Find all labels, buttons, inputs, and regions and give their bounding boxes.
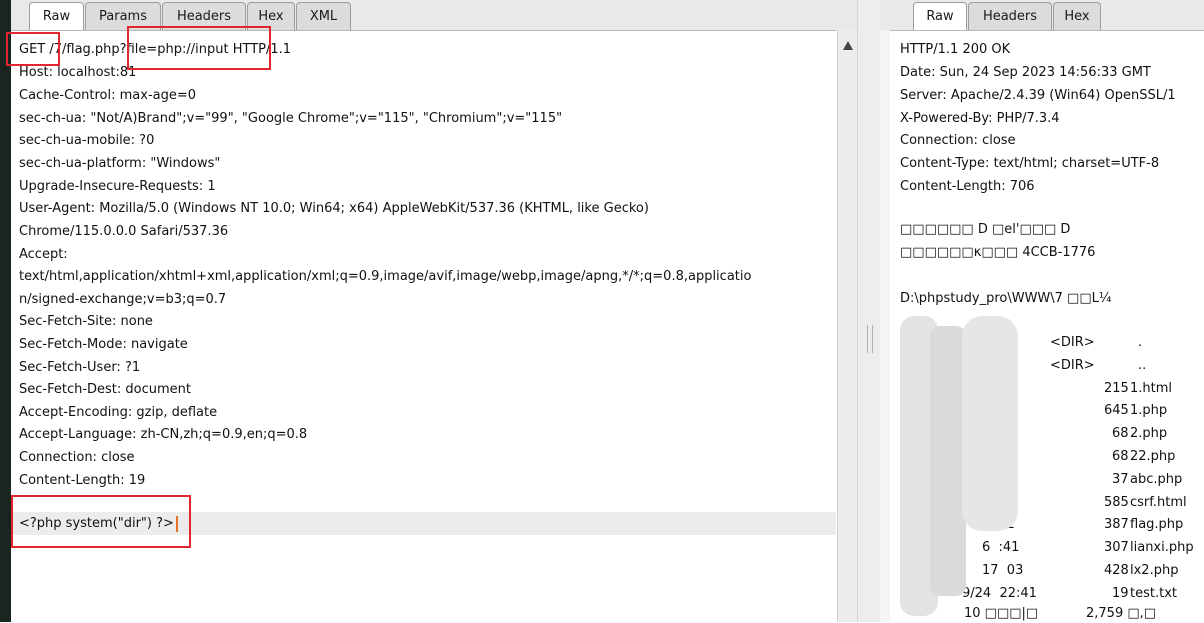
response-status-line: HTTP/1.1 200 OK — [900, 42, 1011, 57]
header-content-length: Content-Length: 19 — [19, 473, 146, 488]
listing-size: 68 — [1112, 426, 1129, 442]
header-upgrade-insecure: Upgrade-Insecure-Requests: 1 — [19, 179, 216, 194]
listing-filename: csrf.html — [1130, 494, 1187, 510]
listing-time: 6 :41 — [982, 540, 1020, 556]
listing-filename: flag.php — [1130, 517, 1184, 533]
response-header-content-length: Content-Length: 706 — [900, 179, 1035, 194]
listing-size: 307 — [1104, 540, 1129, 556]
annotation-box-query — [127, 26, 271, 70]
header-user-agent: User-Agent: Mozilla/5.0 (Windows NT 10.0… — [19, 201, 649, 216]
header-sec-fetch-dest: Sec-Fetch-Dest: document — [19, 382, 192, 397]
header-cache-control: Cache-Control: max-age=0 — [19, 88, 197, 103]
listing-filename: 2.php — [1130, 426, 1168, 442]
header-accept-value-cont: n/signed-exchange;v=b3;q=0.7 — [19, 292, 227, 307]
listing-size: 645 — [1104, 403, 1129, 419]
listing-time: 17 03 — [982, 563, 1024, 578]
response-header-date: Date: Sun, 24 Sep 2023 14:56:33 GMT — [900, 65, 1151, 80]
listing-size: 19 — [1112, 585, 1129, 601]
listing-size: 387 — [1104, 517, 1129, 533]
header-sec-fetch-site: Sec-Fetch-Site: none — [19, 314, 153, 329]
header-sec-ch-ua: sec-ch-ua: "Not/A)Brand";v="99", "Google… — [19, 111, 563, 126]
listing-dir-tag: <DIR> — [1050, 357, 1095, 373]
request-scrollbar[interactable] — [837, 30, 858, 622]
listing-size: 428 — [1104, 563, 1129, 578]
header-sec-fetch-mode: Sec-Fetch-Mode: navigate — [19, 337, 188, 352]
response-header-connection: Connection: close — [900, 133, 1016, 148]
response-header-content-type: Content-Type: text/html; charset=UTF-8 — [900, 156, 1160, 171]
header-sec-ch-ua-platform: sec-ch-ua-platform: "Windows" — [19, 156, 221, 171]
listing-dir-tag: <DIR> — [1050, 335, 1095, 350]
privacy-blur — [930, 326, 966, 596]
scroll-up-arrow-icon[interactable] — [843, 41, 853, 50]
volume-serial-line: □□□□□□κ□□□ 4CCB-1776 — [900, 245, 1096, 260]
listing-filename: lx2.php — [1130, 563, 1179, 578]
listing-filename: lianxi.php — [1130, 540, 1194, 556]
privacy-blur — [962, 316, 1018, 531]
header-connection: Connection: close — [19, 450, 135, 465]
listing-filename: 1.php — [1130, 403, 1168, 419]
header-accept-language: Accept-Language: zh-CN,zh;q=0.9,en;q=0.8 — [19, 427, 308, 442]
header-accept-value: text/html,application/xhtml+xml,applicat… — [19, 269, 752, 284]
listing-filename: . — [1138, 335, 1143, 350]
header-accept-encoding: Accept-Encoding: gzip, deflate — [19, 405, 218, 420]
listing-filename: test.txt — [1130, 585, 1177, 601]
header-accept: Accept: — [19, 247, 68, 262]
listing-size: 585 — [1104, 494, 1129, 510]
header-user-agent-cont: Chrome/115.0.0.0 Safari/537.36 — [19, 224, 229, 239]
directory-path-line: D:\phpstudy_pro\WWW\7 □□L¼ — [900, 291, 1112, 306]
response-tab-bar: Raw Headers Hex — [880, 0, 1204, 30]
response-tab-headers[interactable]: Headers — [968, 2, 1052, 30]
header-sec-ch-ua-mobile: sec-ch-ua-mobile: ?0 — [19, 133, 155, 148]
listing-size: 37 — [1112, 471, 1129, 487]
listing-size: 68 — [1112, 449, 1129, 464]
listing-filename: 22.php — [1130, 449, 1176, 464]
summary-size: 2,759 □,□ — [1086, 606, 1157, 621]
response-gutter — [880, 30, 890, 622]
request-tab-xml[interactable]: XML — [296, 2, 351, 30]
header-sec-fetch-user: Sec-Fetch-User: ?1 — [19, 360, 141, 375]
response-tab-raw[interactable]: Raw — [913, 2, 967, 30]
listing-time: 9/24 22:41 — [962, 585, 1037, 601]
summary-count: 10 □□□|□ — [964, 606, 1039, 621]
volume-label-line: □□□□□□ D □el'□□□ D — [900, 222, 1071, 237]
listing-filename: abc.php — [1130, 471, 1183, 487]
response-editor[interactable]: HTTP/1.1 200 OK Date: Sun, 24 Sep 2023 1… — [890, 30, 1204, 623]
annotation-box-method — [6, 32, 60, 66]
listing-size: 215 — [1104, 380, 1129, 396]
request-tab-raw[interactable]: Raw — [29, 2, 84, 30]
left-edge-strip — [0, 0, 11, 622]
listing-filename: 1.html — [1130, 380, 1173, 396]
splitter-grip-icon[interactable] — [867, 325, 873, 353]
pane-splitter[interactable] — [857, 0, 882, 622]
annotation-box-body — [11, 495, 191, 548]
response-header-server: Server: Apache/2.4.39 (Win64) OpenSSL/1 — [900, 88, 1176, 103]
response-header-powered-by: X-Powered-By: PHP/7.3.4 — [900, 111, 1060, 126]
listing-filename: .. — [1138, 357, 1147, 373]
response-tab-hex[interactable]: Hex — [1053, 2, 1101, 30]
